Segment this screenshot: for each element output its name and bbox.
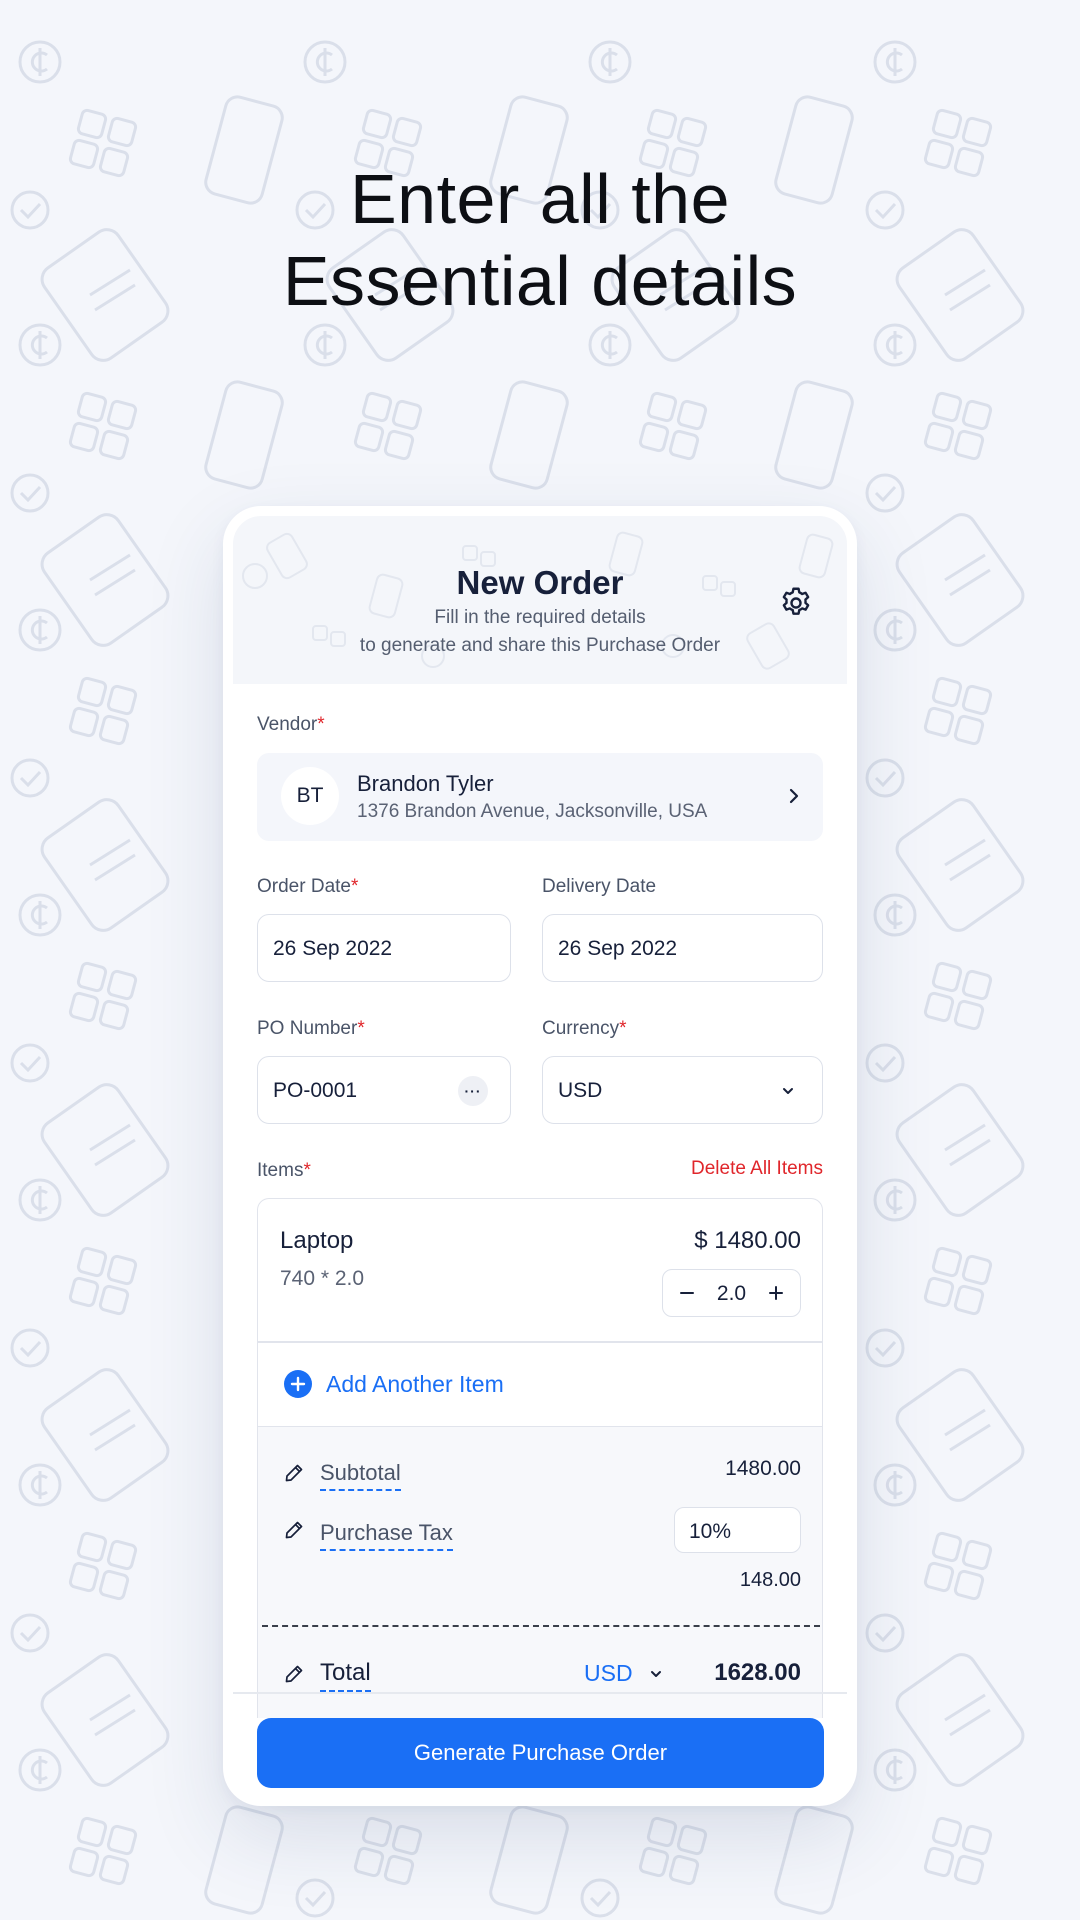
po-number-label: PO Number* <box>257 1018 365 1039</box>
order-date-value: 26 Sep 2022 <box>273 937 393 960</box>
currency-value: USD <box>558 1079 603 1102</box>
quantity-value[interactable]: 2.0 <box>703 1282 760 1306</box>
vendor-name: Brandon Tyler <box>357 771 494 796</box>
chevron-right-icon <box>789 788 799 804</box>
avatar: BT <box>281 767 339 825</box>
vendor-label: Vendor* <box>257 714 325 735</box>
pencil-icon[interactable] <box>284 1463 304 1483</box>
item-calc: 740 * 2.0 <box>280 1267 365 1290</box>
decrement-button[interactable] <box>667 1270 707 1316</box>
dashed-divider <box>262 1625 820 1627</box>
item-name: Laptop <box>280 1227 354 1254</box>
screen-subtitle-line-1: Fill in the required details <box>434 607 646 628</box>
total-label[interactable]: Total <box>320 1659 371 1692</box>
pencil-icon[interactable] <box>284 1664 304 1684</box>
headline-line-2: Essential details <box>282 242 798 320</box>
currency-label: Currency* <box>542 1018 627 1039</box>
po-number-value: PO-0001 <box>273 1079 358 1102</box>
add-another-item-button[interactable]: Add Another Item <box>258 1342 822 1426</box>
add-another-item-label: Add Another Item <box>326 1371 504 1397</box>
footer-divider <box>233 1692 847 1694</box>
items-box: Laptop $ 1480.00 740 * 2.0 2.0 Add Anoth… <box>257 1198 823 1718</box>
pencil-icon[interactable] <box>284 1520 304 1540</box>
gear-icon[interactable] <box>778 585 814 621</box>
summary-section: Subtotal 1480.00 Purchase Tax 10% 148.00… <box>258 1427 822 1718</box>
screen-subtitle: Fill in the required details to generate… <box>233 604 847 660</box>
order-date-label: Order Date* <box>257 876 359 897</box>
subtotal-value: 1480.00 <box>725 1457 801 1480</box>
po-number-field[interactable]: PO-0001 ··· <box>257 1056 511 1124</box>
quantity-stepper: 2.0 <box>662 1269 801 1317</box>
screen-title: New Order <box>456 564 624 601</box>
order-date-field[interactable]: 26 Sep 2022 <box>257 914 511 982</box>
generate-purchase-order-button[interactable]: Generate Purchase Order <box>257 1718 824 1788</box>
vendor-address: 1376 Brandon Avenue, Jacksonville, USA <box>357 801 708 822</box>
headline-line-1: Enter all the <box>349 160 731 238</box>
delete-all-items-button[interactable]: Delete All Items <box>676 1158 823 1180</box>
chevron-down-icon[interactable] <box>650 1668 662 1680</box>
plus-circle-icon <box>284 1370 312 1398</box>
more-options-button[interactable]: ··· <box>458 1076 488 1106</box>
chevron-down-icon <box>783 1088 793 1094</box>
currency-select[interactable]: USD <box>542 1056 823 1124</box>
delivery-date-value: 26 Sep 2022 <box>558 937 678 960</box>
headline: Enter all the Essential details <box>0 158 1080 322</box>
minus-icon <box>680 1292 694 1294</box>
phone-mockup: New Order Fill in the required details t… <box>223 506 857 1806</box>
tax-amount: 148.00 <box>739 1569 801 1591</box>
plus-icon <box>769 1286 783 1300</box>
subtotal-label[interactable]: Subtotal <box>320 1460 401 1491</box>
delivery-date-field[interactable]: 26 Sep 2022 <box>542 914 823 982</box>
vendor-card[interactable]: BT Brandon Tyler 1376 Brandon Avenue, Ja… <box>257 753 823 841</box>
items-label: Items* <box>257 1160 311 1181</box>
screen-header: New Order Fill in the required details t… <box>233 516 847 684</box>
total-value: 1628.00 <box>714 1659 801 1686</box>
total-currency-select[interactable]: USD <box>584 1660 633 1687</box>
increment-button[interactable] <box>756 1270 796 1316</box>
delivery-date-label: Delivery Date <box>542 876 657 897</box>
screen-subtitle-line-2: to generate and share this Purchase Orde… <box>359 635 721 656</box>
tax-rate-value: 10% <box>689 1520 732 1543</box>
item-price: $ 1480.00 <box>694 1227 801 1254</box>
tax-rate-input[interactable]: 10% <box>674 1507 801 1553</box>
purchase-tax-label[interactable]: Purchase Tax <box>320 1520 453 1551</box>
